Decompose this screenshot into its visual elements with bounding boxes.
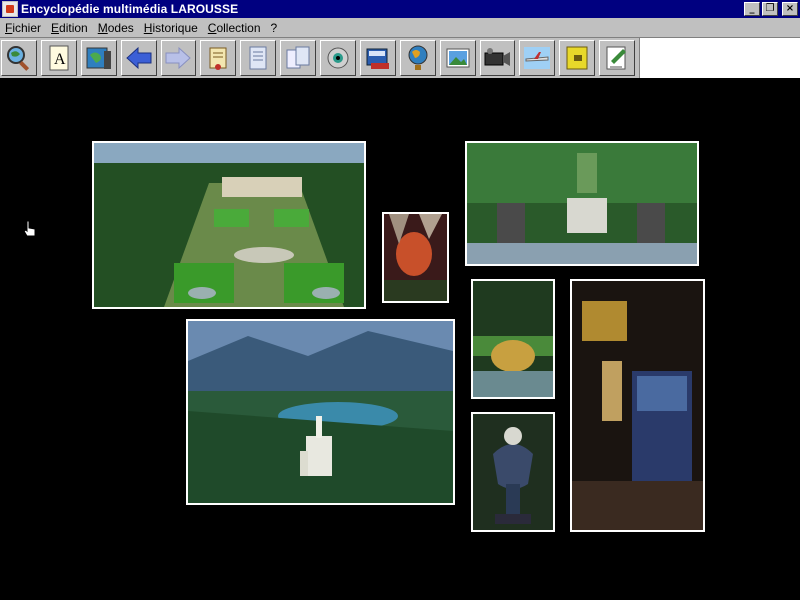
document-button[interactable] [240, 40, 277, 76]
magnifier-globe-icon [6, 46, 30, 71]
neuschwanstein-castle-photo[interactable] [186, 319, 455, 505]
back-arrow-icon [125, 46, 152, 70]
svg-text:A: A [54, 51, 66, 68]
grotto-cave-photo[interactable] [382, 212, 449, 303]
ornate-urn-photo[interactable] [471, 412, 555, 532]
minimize-button[interactable]: _ [744, 2, 760, 16]
history-button[interactable] [200, 40, 237, 76]
menu-bar: Fichier Edition Modes Historique Collect… [0, 18, 800, 38]
video-camera-icon [484, 48, 511, 66]
binder-icon [566, 46, 588, 70]
linderhof-garden-photo[interactable] [465, 141, 699, 266]
globe-button[interactable] [399, 40, 436, 76]
menu-modes[interactable]: Modes [93, 21, 139, 35]
collection-button[interactable] [559, 40, 596, 76]
menu-edition[interactable]: Edition [46, 21, 93, 35]
notes-icon [606, 46, 627, 70]
linderhof-garden-image [467, 143, 697, 264]
travel-button[interactable] [519, 40, 556, 76]
picture-icon [446, 48, 470, 68]
hand-cursor-icon [23, 220, 36, 237]
larousse-app-icon[interactable] [2, 1, 18, 17]
forward-button[interactable] [160, 40, 197, 76]
palace-garden-aerial-photo[interactable] [92, 141, 366, 309]
toolbar: A [0, 38, 800, 78]
eye-icon [327, 47, 349, 69]
search-button[interactable] [1, 40, 37, 76]
title-bar: Encyclopédie multimédia LAROUSSE _ ❐ × [0, 0, 800, 18]
toolbar-buttons: A [0, 38, 640, 78]
bedroom-interior-photo[interactable] [570, 279, 705, 532]
bedroom-interior-image [572, 281, 703, 530]
restore-button[interactable]: ❐ [762, 2, 778, 16]
menu-collection[interactable]: Collection [203, 21, 266, 35]
close-button[interactable]: × [782, 2, 798, 16]
pages-button[interactable] [280, 40, 316, 76]
map-book-icon [86, 47, 111, 69]
palace-garden-aerial-image [94, 143, 364, 307]
view-button[interactable] [320, 40, 356, 76]
menu-help[interactable]: ? [266, 21, 283, 35]
fountain-statue-photo[interactable] [471, 279, 555, 399]
encyclopedia-button[interactable] [359, 40, 396, 76]
globe-icon [408, 45, 428, 70]
fountain-statue-image [473, 281, 553, 397]
window-title: Encyclopédie multimédia LAROUSSE [21, 2, 239, 16]
airplane-icon [524, 47, 551, 69]
back-button[interactable] [120, 40, 157, 76]
menu-fichier[interactable]: Fichier [0, 21, 46, 35]
notes-button[interactable] [599, 40, 635, 76]
document-icon [249, 46, 267, 70]
neuschwanstein-castle-image [188, 321, 453, 503]
window-controls: _ ❐ × [744, 2, 798, 16]
picture-button[interactable] [439, 40, 476, 76]
book-stack-icon [366, 48, 389, 69]
menu-historique[interactable]: Historique [139, 21, 203, 35]
forward-arrow-icon [165, 46, 192, 70]
scroll-icon [209, 47, 227, 70]
video-button[interactable] [479, 40, 516, 76]
grotto-cave-image [384, 214, 447, 301]
pages-icon [286, 46, 310, 69]
dictionary-page-icon: A [49, 45, 69, 71]
ornate-urn-image [473, 414, 553, 530]
atlas-button[interactable] [80, 40, 117, 76]
dictionary-button[interactable]: A [40, 40, 77, 76]
